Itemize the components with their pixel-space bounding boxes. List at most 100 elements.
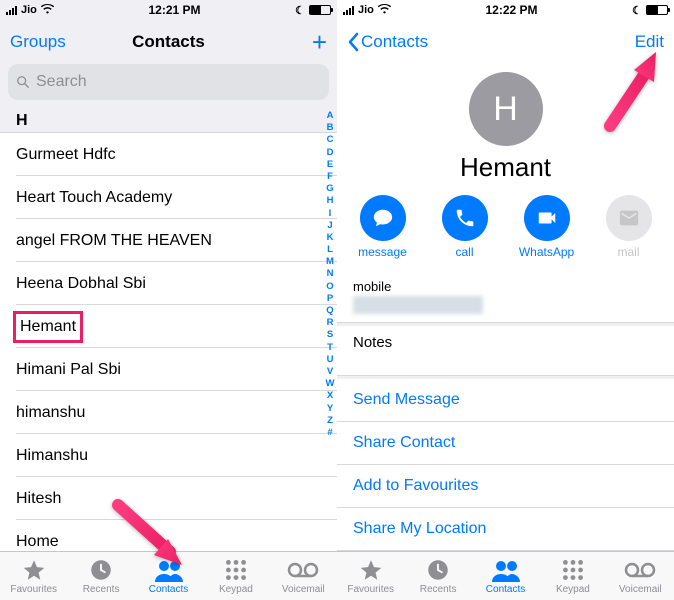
signal-icon — [343, 5, 354, 15]
search-input[interactable]: Search — [8, 64, 329, 100]
index-letter[interactable]: L — [324, 244, 336, 255]
status-bar: Jio 12:22 PM ☾ — [337, 0, 674, 20]
clock-icon — [425, 557, 451, 583]
tab-contacts[interactable]: Contacts — [135, 552, 202, 600]
mail-action-button: mail — [596, 195, 662, 259]
index-letter[interactable]: I — [324, 208, 336, 219]
contact-row[interactable]: Hemant — [0, 305, 337, 348]
index-letter[interactable]: Q — [324, 305, 336, 316]
action-label: WhatsApp — [519, 245, 574, 259]
star-icon — [20, 557, 48, 583]
tab-label: Keypad — [219, 584, 253, 595]
contact-name: Hitesh — [16, 490, 61, 508]
video-icon — [524, 195, 570, 241]
index-letter[interactable]: Z — [324, 415, 336, 426]
notes-field[interactable]: Notes — [337, 326, 674, 376]
search-icon — [16, 75, 30, 89]
video-action-button[interactable]: WhatsApp — [514, 195, 580, 259]
battery-icon — [309, 5, 331, 15]
notes-label: Notes — [353, 334, 658, 351]
contact-row[interactable]: himanshu — [0, 391, 337, 434]
tab-voicemail[interactable]: Voicemail — [270, 552, 337, 600]
index-letter[interactable]: B — [324, 122, 336, 133]
index-letter[interactable]: F — [324, 171, 336, 182]
send-message-link[interactable]: Send Message — [337, 379, 674, 422]
contact-row[interactable]: Himanshu — [0, 434, 337, 477]
edit-button[interactable]: Edit — [635, 32, 664, 52]
index-letter[interactable]: T — [324, 342, 336, 353]
tab-favourites[interactable]: Favourites — [337, 552, 404, 600]
tab-contacts[interactable]: Contacts — [472, 552, 539, 600]
contact-row[interactable]: Gurmeet Hdfc — [0, 133, 337, 176]
tab-favourites[interactable]: Favourites — [0, 552, 67, 600]
voicemail-icon — [287, 557, 319, 583]
share-contact-link[interactable]: Share Contact — [337, 422, 674, 465]
contact-actions-row: message call WhatsApp mail — [340, 195, 672, 259]
dnd-moon-icon: ☾ — [295, 4, 305, 17]
index-letter[interactable]: Y — [324, 403, 336, 414]
tab-label: Favourites — [347, 584, 394, 595]
add-to-favourites-link[interactable]: Add to Favourites — [337, 465, 674, 508]
index-letter[interactable]: K — [324, 232, 336, 243]
index-letter[interactable]: # — [324, 427, 336, 438]
index-letter[interactable]: N — [324, 268, 336, 279]
phone-left-contacts-list: Jio 12:21 PM ☾ Groups Contacts + Search … — [0, 0, 337, 600]
contact-row[interactable]: angel FROM THE HEAVEN — [0, 219, 337, 262]
index-letter[interactable]: X — [324, 390, 336, 401]
carrier-label: Jio — [21, 4, 37, 16]
status-time: 12:22 PM — [486, 3, 538, 17]
mobile-field[interactable]: mobile — [337, 271, 674, 323]
index-letter[interactable]: O — [324, 281, 336, 292]
contacts-icon — [153, 557, 185, 583]
alphabet-index[interactable]: ABCDEFGHIJKLMNOPQRSTUVWXYZ# — [324, 106, 336, 551]
index-letter[interactable]: J — [324, 220, 336, 231]
contact-row[interactable]: Home — [0, 520, 337, 551]
contact-avatar: H — [469, 72, 543, 146]
tab-keypad[interactable]: Keypad — [539, 552, 606, 600]
contact-row[interactable]: Hitesh — [0, 477, 337, 520]
phone-number-redacted — [353, 296, 483, 314]
message-action-button[interactable]: message — [350, 195, 416, 259]
tab-recents[interactable]: Recents — [67, 552, 134, 600]
index-letter[interactable]: W — [324, 378, 336, 389]
contact-row[interactable]: Heart Touch Academy — [0, 176, 337, 219]
index-letter[interactable]: E — [324, 159, 336, 170]
index-letter[interactable]: S — [324, 329, 336, 340]
phone-icon — [442, 195, 488, 241]
index-letter[interactable]: D — [324, 147, 336, 158]
tab-label: Voicemail — [282, 584, 325, 595]
index-letter[interactable]: V — [324, 366, 336, 377]
contact-name: Home — [16, 533, 59, 551]
tab-bar: Favourites RecentsContactsKeypad Voicemail — [337, 551, 674, 600]
contact-name: Hemant — [460, 152, 551, 183]
clock-icon — [88, 557, 114, 583]
back-button[interactable]: Contacts — [347, 32, 428, 52]
share-my-location-link[interactable]: Share My Location — [337, 508, 674, 551]
index-letter[interactable]: R — [324, 317, 336, 328]
tab-voicemail[interactable]: Voicemail — [607, 552, 674, 600]
groups-button[interactable]: Groups — [10, 32, 66, 52]
index-letter[interactable]: M — [324, 256, 336, 267]
index-letter[interactable]: A — [324, 110, 336, 121]
add-contact-button[interactable]: + — [312, 29, 327, 55]
index-letter[interactable]: G — [324, 183, 336, 194]
contact-row[interactable]: Himani Pal Sbi — [0, 348, 337, 391]
message-icon — [360, 195, 406, 241]
index-letter[interactable]: C — [324, 134, 336, 145]
phone-action-button[interactable]: call — [432, 195, 498, 259]
tab-recents[interactable]: Recents — [404, 552, 471, 600]
contact-name: Hemant — [16, 314, 80, 340]
index-letter[interactable]: P — [324, 293, 336, 304]
tab-keypad[interactable]: Keypad — [202, 552, 269, 600]
wifi-icon — [41, 4, 54, 17]
battery-icon — [646, 5, 668, 15]
contacts-list[interactable]: Gurmeet Hdfc Heart Touch Academy angel F… — [0, 133, 337, 551]
keypad-icon — [560, 557, 586, 583]
action-label: message — [358, 245, 407, 259]
tab-label: Voicemail — [619, 584, 662, 595]
contact-row[interactable]: Heena Dobhal Sbi — [0, 262, 337, 305]
index-letter[interactable]: U — [324, 354, 336, 365]
contact-name: Heart Touch Academy — [16, 189, 172, 207]
index-letter[interactable]: H — [324, 195, 336, 206]
back-label: Contacts — [361, 32, 428, 52]
